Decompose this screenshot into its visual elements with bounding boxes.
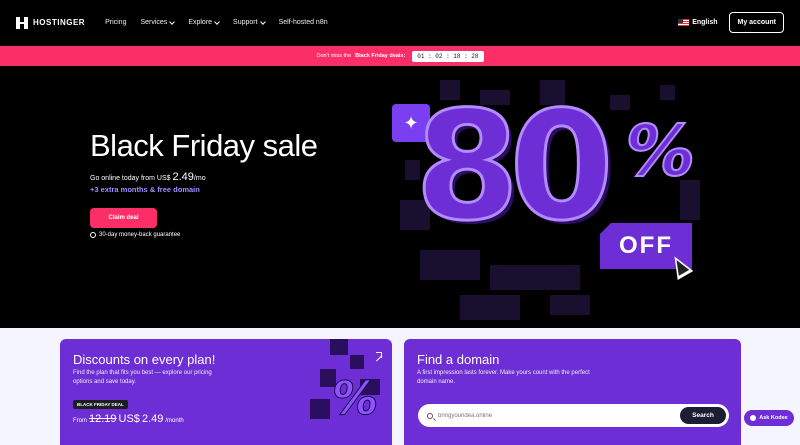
card-price: From 12.19 US$ 2.49/month bbox=[73, 413, 184, 425]
card-description: A first impression lasts forever. Make y… bbox=[417, 370, 590, 385]
search-button[interactable]: Search bbox=[680, 407, 726, 424]
hero-price: 2.49 bbox=[172, 171, 194, 183]
my-account-button[interactable]: My account bbox=[729, 12, 784, 33]
card-title: Discounts on every plan! bbox=[73, 352, 216, 367]
us-flag-icon bbox=[678, 19, 690, 26]
nav-right: English My account bbox=[678, 12, 784, 33]
percent-symbol: % bbox=[328, 371, 383, 426]
card-title: Find a domain bbox=[417, 352, 500, 367]
promo-banner: Don't miss the Black Friday deals: 01 : … bbox=[0, 46, 800, 66]
nav-item-label: Explore bbox=[188, 19, 213, 26]
claim-deal-button[interactable]: Claim deal bbox=[90, 208, 157, 228]
nav-item-support[interactable]: Support bbox=[233, 18, 266, 26]
top-nav: HOSTINGER Pricing Services Explore Suppo… bbox=[0, 0, 800, 46]
guarantee: 30-day money-back guarantee bbox=[90, 232, 180, 238]
new-price: 2.49 bbox=[141, 413, 164, 425]
price-from-label: From bbox=[73, 418, 87, 424]
hostinger-logo-icon bbox=[16, 16, 28, 29]
discounts-card[interactable]: % Discounts on every plan! Find the plan… bbox=[60, 339, 392, 445]
nav-item-n8n[interactable]: Self-hosted n8n bbox=[279, 19, 328, 26]
arrow-up-right-icon[interactable] bbox=[376, 352, 382, 358]
nav-item-explore[interactable]: Explore bbox=[188, 18, 220, 26]
guarantee-text: 30-day money-back guarantee bbox=[99, 232, 181, 238]
nav-item-label: Pricing bbox=[105, 19, 127, 26]
kodee-icon bbox=[750, 415, 757, 421]
search-icon bbox=[427, 412, 433, 419]
logo-text: HOSTINGER bbox=[33, 18, 86, 27]
domain-card: Find a domain A first impression lasts f… bbox=[404, 339, 741, 445]
language-selector[interactable]: English bbox=[678, 19, 717, 26]
nav-item-services[interactable]: Services bbox=[140, 18, 176, 26]
domain-search-input[interactable] bbox=[438, 412, 678, 419]
percent-symbol: % bbox=[617, 109, 704, 193]
ask-kodee-label: Ask Kodee bbox=[759, 415, 788, 421]
page: HOSTINGER Pricing Services Explore Suppo… bbox=[0, 0, 800, 445]
old-price: 12.19 bbox=[89, 413, 117, 425]
logo[interactable]: HOSTINGER bbox=[16, 16, 86, 29]
hero-price-prefix: Go online today from US$ bbox=[90, 175, 171, 182]
promo-text-bold: Black Friday deals: bbox=[355, 53, 406, 59]
domain-search: Search bbox=[418, 404, 729, 427]
nav-item-label: Support bbox=[233, 19, 258, 26]
hero-price-period: /mo bbox=[193, 175, 206, 182]
chevron-down-icon bbox=[169, 18, 176, 25]
nav-item-pricing[interactable]: Pricing bbox=[105, 19, 126, 26]
nav-item-label: Services bbox=[140, 19, 168, 26]
check-circle-icon bbox=[90, 232, 96, 238]
language-label: English bbox=[692, 19, 718, 26]
hero-bonus: +3 extra months & free domain bbox=[90, 185, 200, 194]
chevron-down-icon bbox=[214, 18, 220, 25]
hero-title: Black Friday sale bbox=[90, 128, 318, 163]
promo-text: Don't miss the bbox=[316, 53, 352, 59]
discount-number: 80 bbox=[414, 80, 616, 254]
currency: US$ bbox=[118, 413, 140, 425]
nav-item-label: Self-hosted n8n bbox=[278, 19, 328, 26]
chevron-down-icon bbox=[259, 18, 266, 25]
countdown-timer: 01 : 02 : 18 : 28 bbox=[412, 50, 484, 62]
price-period: /month bbox=[165, 418, 184, 424]
ask-kodee-button[interactable]: Ask Kodee bbox=[744, 410, 794, 426]
card-description: Find the plan that fits you best — explo… bbox=[73, 370, 212, 385]
deal-badge: BLACK FRIDAY DEAL bbox=[73, 400, 128, 409]
hero-illustration: ✦ 80 % OFF bbox=[380, 80, 720, 325]
hero-price-line: Go online today from US$ 2.49/mo bbox=[90, 171, 206, 183]
